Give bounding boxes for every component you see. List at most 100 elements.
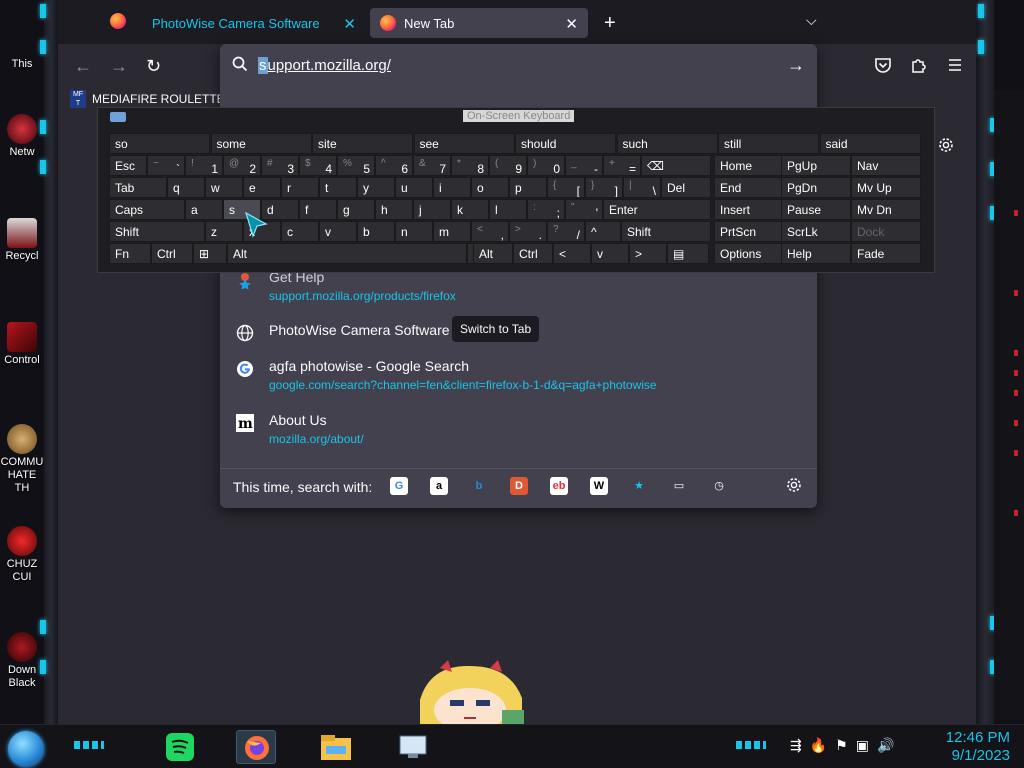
osk-key[interactable]: * 8 (451, 155, 489, 176)
pocket-button[interactable] (874, 56, 892, 79)
osk-key-home[interactable]: Home (714, 155, 784, 176)
osk-key-caps[interactable]: Caps (109, 199, 185, 220)
taskbar-remote-desktop[interactable] (394, 730, 434, 764)
taskbar-spotify[interactable] (160, 730, 200, 764)
osk-key-a[interactable]: a (185, 199, 223, 220)
osk-key-pgup[interactable]: PgUp (781, 155, 851, 176)
url-input[interactable]: support.mozilla.org/ → (220, 44, 817, 88)
osk-key-l[interactable]: l (489, 199, 527, 220)
back-button[interactable]: ← (74, 56, 92, 77)
osk-key[interactable]: % 5 (337, 155, 375, 176)
osk-key[interactable]: | \ (623, 177, 661, 198)
osk-key-mvdn[interactable]: Mv Dn (851, 199, 921, 220)
taskbar-clock[interactable]: 12:46 PM 9/1/2023 (930, 729, 1010, 765)
osk-key[interactable]: ? / (547, 221, 585, 242)
volume-icon[interactable]: 🔊 (877, 737, 894, 754)
bookmarks-star-icon[interactable]: ★ (630, 477, 648, 495)
osk-key-e[interactable]: e (243, 177, 281, 198)
osk-key[interactable]: :; (527, 199, 565, 220)
action-center-flag-icon[interactable]: ⚑ (835, 737, 848, 754)
desktop-icon-downloads[interactable]: Down Black (0, 632, 44, 690)
osk-key-symbol[interactable]: ^ (585, 221, 621, 242)
osk-key[interactable]: ! 1 (185, 155, 223, 176)
osk-key-symbol[interactable]: < (553, 243, 591, 264)
osk-key-symbol[interactable]: ▤ (667, 243, 709, 264)
osk-key-options[interactable]: Options (714, 243, 784, 264)
osk-key-ctrl[interactable]: Ctrl (151, 243, 193, 264)
osk-key-k[interactable]: k (451, 199, 489, 220)
desktop-icon-control-panel[interactable]: Control (0, 322, 44, 366)
extensions-button[interactable] (910, 56, 928, 79)
osk-key-z[interactable]: z (205, 221, 243, 242)
osk-key[interactable]: $4 (299, 155, 337, 176)
osk-key-o[interactable]: o (471, 177, 509, 198)
result-google-search[interactable]: agfa photowise - Google Search google.co… (220, 358, 817, 398)
osk-key-nav[interactable]: Nav (851, 155, 921, 176)
duckduckgo-icon[interactable]: D (510, 477, 528, 495)
osk-key-p[interactable]: p (509, 177, 547, 198)
close-tab-icon[interactable]: ✕ (343, 15, 356, 33)
osk-prediction[interactable]: such (616, 133, 718, 154)
go-arrow-button[interactable]: → (787, 55, 805, 76)
tab-photowise[interactable]: PhotoWise Camera Software ✕ (142, 8, 366, 38)
osk-key-t[interactable]: t (319, 177, 357, 198)
osk-key-b[interactable]: b (357, 221, 395, 242)
bookmark-mediafire[interactable]: MF T MEDIAFIRE ROULETTER (70, 90, 233, 108)
osk-key[interactable]: ) 0 (527, 155, 565, 176)
osk-prediction[interactable]: site (312, 133, 413, 154)
app-menu-button[interactable] (946, 56, 964, 79)
network-tray-icon[interactable]: ⇶ (790, 737, 802, 754)
osk-key-y[interactable]: y (357, 177, 395, 198)
forward-button[interactable]: → (110, 56, 128, 77)
tab-new-tab[interactable]: New Tab ✕ (370, 8, 588, 38)
osk-key-help[interactable]: Help (781, 243, 851, 264)
tabs-icon[interactable]: ▭ (670, 477, 688, 495)
osk-key-shift[interactable]: Shift (621, 221, 711, 242)
osk-key[interactable]: >. (509, 221, 547, 242)
start-button[interactable] (8, 731, 44, 767)
osk-key-prtscn[interactable]: PrtScn (714, 221, 784, 242)
osk-key[interactable]: {[ (547, 177, 585, 198)
osk-key-h[interactable]: h (375, 199, 413, 220)
osk-key[interactable]: " ' (565, 199, 603, 220)
new-tab-button[interactable]: + (604, 12, 616, 35)
ebay-icon[interactable]: eb (550, 477, 568, 495)
taskbar-file-explorer[interactable] (316, 730, 356, 764)
history-icon[interactable]: ◷ (710, 477, 728, 495)
osk-prediction[interactable]: should (515, 133, 616, 154)
amazon-icon[interactable]: a (430, 477, 448, 495)
osk-key-v[interactable]: v (591, 243, 629, 264)
osk-key-tab[interactable]: Tab (109, 177, 167, 198)
osk-key-m[interactable]: m (433, 221, 471, 242)
result-get-help[interactable]: Get Help support.mozilla.org/products/fi… (220, 269, 817, 309)
bing-icon[interactable]: b (470, 477, 488, 495)
osk-key-mvup[interactable]: Mv Up (851, 177, 921, 198)
osk-key[interactable]: + = (603, 155, 641, 176)
wikipedia-icon[interactable]: W (590, 477, 608, 495)
osk-key-ctrl[interactable]: Ctrl (513, 243, 553, 264)
osk-key-pause[interactable]: Pause (781, 199, 851, 220)
osk-prediction[interactable]: so (109, 133, 210, 154)
osk-key-dock[interactable]: Dock (851, 221, 921, 242)
reload-button[interactable]: ↻ (146, 56, 161, 77)
osk-key-symbol[interactable]: ⊞ (193, 243, 227, 264)
osk-key[interactable]: _ - (565, 155, 603, 176)
osk-key[interactable]: #3 (261, 155, 299, 176)
desktop-icon-chuz[interactable]: CHUZ CUI (0, 526, 44, 584)
osk-key-alt[interactable]: Alt (227, 243, 467, 264)
osk-key[interactable]: & 7 (413, 155, 451, 176)
osk-key-scrlk[interactable]: ScrLk (781, 221, 851, 242)
osk-key-g[interactable]: g (337, 199, 375, 220)
osk-key-insert[interactable]: Insert (714, 199, 784, 220)
osk-key-shift[interactable]: Shift (109, 221, 205, 242)
url-text[interactable]: support.mozilla.org/ (258, 57, 391, 74)
osk-key-w[interactable]: w (205, 177, 243, 198)
result-photowise-tab[interactable]: PhotoWise Camera Software Switch to Tab (220, 316, 817, 350)
osk-prediction[interactable]: see (413, 133, 515, 154)
search-settings-button[interactable] (786, 477, 802, 498)
desktop-icon-recycle-bin[interactable]: Recycl (0, 218, 44, 262)
desktop-icon-network[interactable]: Netw (0, 114, 44, 158)
google-icon[interactable]: G (390, 477, 408, 495)
osk-key-end[interactable]: End (714, 177, 784, 198)
pinned-tab-firefox[interactable] (110, 13, 134, 34)
